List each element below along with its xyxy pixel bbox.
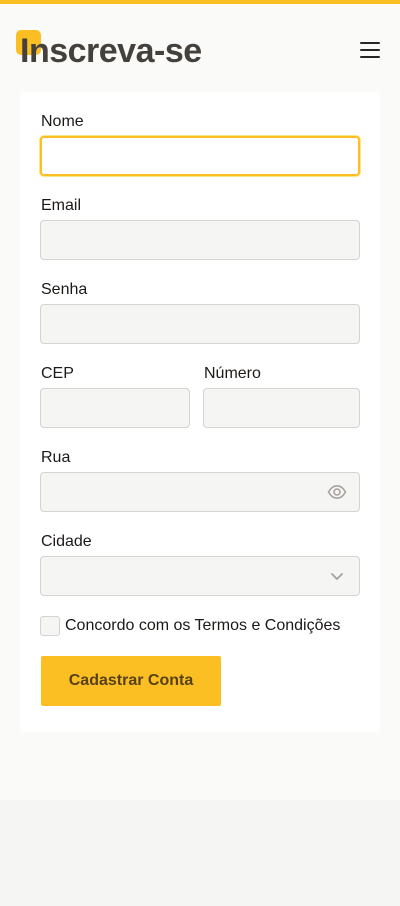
- email-input[interactable]: [40, 220, 360, 260]
- number-input[interactable]: [203, 388, 360, 428]
- number-label: Número: [204, 365, 261, 382]
- signup-form: Nome Email Senha CEP Número Rua Cidade C…: [20, 92, 380, 732]
- street-label: Rua: [41, 449, 71, 466]
- menu-button[interactable]: [356, 36, 384, 64]
- cep-label: CEP: [41, 365, 74, 382]
- street-input[interactable]: [40, 472, 360, 512]
- password-label: Senha: [41, 281, 88, 298]
- terms-checkbox[interactable]: [40, 616, 60, 636]
- terms-label[interactable]: Concordo com os Termos e Condições: [65, 616, 340, 636]
- page-title: Inscreva-se: [20, 32, 202, 70]
- eye-icon[interactable]: [327, 482, 347, 502]
- city-select[interactable]: [40, 556, 360, 596]
- password-input[interactable]: [40, 304, 360, 344]
- chevron-down-icon: [329, 568, 345, 584]
- name-input[interactable]: [40, 136, 360, 176]
- name-label: Nome: [41, 113, 84, 130]
- email-label: Email: [41, 197, 82, 214]
- city-label: Cidade: [41, 533, 92, 550]
- create-account-button[interactable]: Cadastrar Conta: [41, 656, 221, 706]
- cep-input[interactable]: [40, 388, 190, 428]
